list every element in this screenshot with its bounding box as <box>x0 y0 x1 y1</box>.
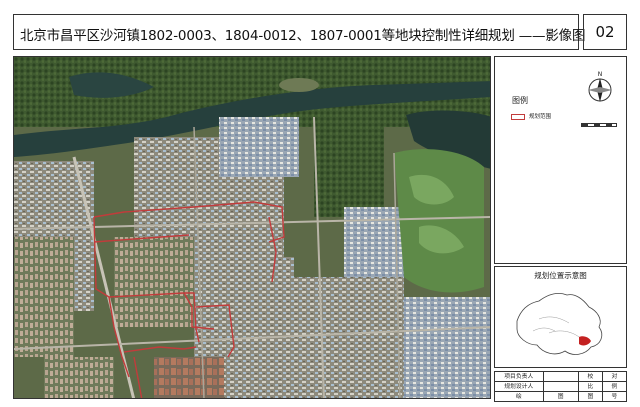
table-cell: 图 <box>542 391 579 402</box>
satellite-map <box>13 56 491 399</box>
table-row: 绘 图 图 号 <box>494 391 628 402</box>
sheet-number-box: 02 <box>583 14 627 50</box>
legend-title: 图例 <box>512 96 528 105</box>
district-location-map <box>516 293 603 355</box>
title-bar: 北京市昌平区沙河镇1802-0003、1804-0012、1807-0001等地… <box>13 14 585 50</box>
table-cell: 例 <box>601 381 628 392</box>
table-row: 项目负责人 校 对 <box>494 371 628 382</box>
legend-panel: 图例 规划范围 N <box>494 56 627 264</box>
sheet-number: 02 <box>595 23 615 41</box>
location-panel: 规划位置示意图 <box>494 266 627 368</box>
north-arrow-icon: N <box>588 71 612 102</box>
table-cell: 绘 <box>494 391 544 402</box>
map-title: 北京市昌平区沙河镇1802-0003、1804-0012、1807-0001等地… <box>20 28 586 44</box>
table-cell: 对 <box>601 371 628 382</box>
table-cell: 项目负责人 <box>494 371 544 382</box>
scale-bar <box>581 123 617 127</box>
table-row: 规划设计人 比 例 <box>494 381 628 392</box>
table-cell: 比 <box>577 381 603 392</box>
location-title: 规划位置示意图 <box>534 271 587 280</box>
title-block-table: 项目负责人 校 对 规划设计人 比 例 绘 图 图 号 <box>494 371 628 402</box>
table-cell <box>542 371 579 382</box>
north-label: N <box>598 71 603 78</box>
table-cell: 号 <box>601 391 628 402</box>
table-cell: 图 <box>577 391 603 402</box>
table-cell: 规划设计人 <box>494 381 544 392</box>
legend-item-label: 规划范围 <box>529 114 552 120</box>
table-cell: 校 <box>577 371 603 382</box>
table-cell <box>542 381 579 392</box>
legend-swatch-boundary <box>511 114 525 120</box>
satellite-image <box>14 57 490 398</box>
